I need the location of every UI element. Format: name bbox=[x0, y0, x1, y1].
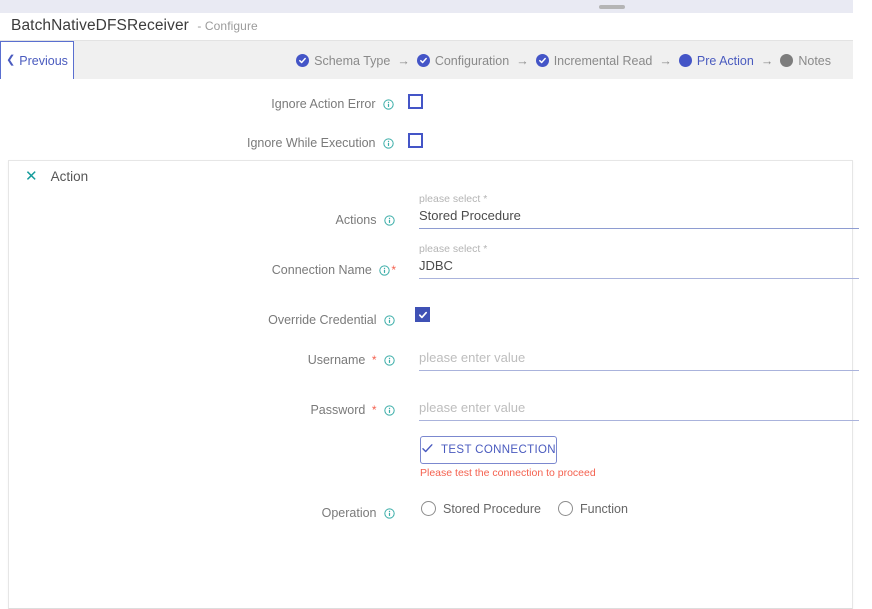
override-credential-checkbox[interactable] bbox=[415, 307, 430, 322]
actions-value: Stored Procedure bbox=[419, 208, 521, 223]
operation-radio-function[interactable]: Function bbox=[557, 501, 628, 516]
chevron-left-icon: ❮ bbox=[6, 54, 16, 66]
wizard-step-incremental-read[interactable]: Incremental Read bbox=[535, 53, 653, 68]
required-asterisk: * bbox=[371, 353, 377, 367]
window-top-strip bbox=[0, 0, 853, 13]
info-icon[interactable] bbox=[383, 138, 394, 152]
label-text: Ignore Action Error bbox=[271, 97, 376, 111]
required-asterisk: * bbox=[371, 403, 377, 417]
previous-button[interactable]: ❮ Previous bbox=[0, 41, 74, 80]
step-arrow-icon: → bbox=[516, 53, 529, 68]
label-text: Override Credential bbox=[268, 313, 377, 327]
info-icon[interactable] bbox=[379, 265, 391, 279]
connection-name-value: JDBC bbox=[419, 258, 453, 273]
step-complete-icon bbox=[535, 54, 549, 67]
action-card-header: ✕ Action bbox=[25, 169, 88, 184]
info-icon[interactable] bbox=[383, 99, 394, 113]
wizard-step-bar: ❮ Previous Schema Type → Configuration →… bbox=[0, 40, 853, 81]
username-underline bbox=[419, 370, 859, 371]
wizard-step-label: Incremental Read bbox=[553, 53, 653, 68]
close-x-icon[interactable]: ✕ bbox=[25, 169, 38, 184]
test-connection-warning: Please test the connection to proceed bbox=[420, 467, 596, 479]
wizard-step-pre-action[interactable]: Pre Action bbox=[678, 53, 754, 68]
check-icon bbox=[421, 442, 434, 458]
username-label: Username * bbox=[308, 353, 396, 367]
wizard-step-notes[interactable]: Notes bbox=[780, 54, 831, 68]
title-bar: BatchNativeDFSReceiver - Configure bbox=[0, 13, 853, 40]
ignore-while-execution-label: Ignore While Execution bbox=[247, 136, 395, 150]
label-text: Actions bbox=[335, 213, 377, 227]
operation-label-wrap: Operation bbox=[9, 504, 396, 522]
password-underline bbox=[419, 420, 859, 421]
info-icon[interactable] bbox=[384, 405, 395, 419]
username-placeholder: please enter value bbox=[419, 350, 526, 365]
info-icon[interactable] bbox=[384, 315, 395, 329]
radio-icon bbox=[557, 501, 573, 516]
info-icon[interactable] bbox=[384, 508, 395, 522]
label-text: Operation bbox=[321, 506, 377, 520]
password-field[interactable]: please enter value bbox=[419, 399, 859, 421]
password-label-wrap: Password * bbox=[9, 401, 396, 419]
wizard-step-label: Schema Type bbox=[314, 53, 391, 68]
connection-name-label: Connection Name * bbox=[272, 263, 396, 277]
connection-name-label-wrap: Connection Name * bbox=[9, 261, 396, 279]
ignore-action-error-label-wrap: Ignore Action Error bbox=[0, 95, 395, 113]
wizard-step-schema-type[interactable]: Schema Type bbox=[296, 54, 390, 68]
password-label: Password * bbox=[310, 403, 396, 417]
operation-radio-group: Stored Procedure Function bbox=[421, 501, 628, 516]
check-icon bbox=[418, 311, 427, 318]
step-active-icon bbox=[678, 54, 692, 67]
test-connection-button[interactable]: TEST CONNECTION bbox=[420, 436, 557, 464]
username-label-wrap: Username * bbox=[9, 351, 396, 369]
step-pending-icon bbox=[780, 54, 794, 67]
actions-field[interactable]: please select * Stored Procedure bbox=[419, 193, 859, 229]
actions-label-wrap: Actions bbox=[9, 211, 396, 229]
drag-handle[interactable] bbox=[599, 5, 625, 9]
form-canvas: Ignore Action Error Ignore While Executi… bbox=[0, 79, 859, 609]
step-arrow-icon: → bbox=[397, 53, 410, 68]
step-arrow-icon: → bbox=[760, 53, 774, 68]
override-credential-label: Override Credential bbox=[268, 313, 396, 327]
label-text: Connection Name bbox=[271, 263, 372, 277]
connection-name-field[interactable]: please select * JDBC bbox=[419, 243, 859, 279]
action-card: ✕ Action Actions please select * Stored … bbox=[8, 160, 859, 609]
operation-radio-stored-procedure[interactable]: Stored Procedure bbox=[421, 501, 541, 516]
test-connection-label: TEST CONNECTION bbox=[441, 444, 556, 456]
connection-name-float-label: please select * bbox=[419, 243, 488, 255]
wizard-step-label: Notes bbox=[798, 53, 831, 68]
step-complete-icon bbox=[296, 54, 310, 67]
action-card-title: Action bbox=[50, 169, 89, 184]
password-placeholder: please enter value bbox=[419, 400, 526, 415]
ignore-action-error-checkbox[interactable] bbox=[408, 94, 423, 109]
info-icon[interactable] bbox=[384, 215, 395, 229]
page-title: BatchNativeDFSReceiver - Configure bbox=[11, 17, 258, 35]
username-field[interactable]: please enter value bbox=[419, 349, 859, 371]
page-title-subtitle: - Configure bbox=[197, 19, 258, 33]
override-credential-label-wrap: Override Credential bbox=[9, 311, 396, 329]
ignore-while-execution-label-wrap: Ignore While Execution bbox=[0, 134, 395, 152]
info-icon[interactable] bbox=[384, 355, 395, 369]
wizard-steps: Schema Type → Configuration → Incrementa… bbox=[296, 41, 831, 80]
radio-icon bbox=[421, 501, 436, 516]
connection-name-underline bbox=[419, 278, 859, 279]
wizard-step-label: Configuration bbox=[434, 53, 510, 68]
ignore-action-error-label: Ignore Action Error bbox=[271, 97, 395, 111]
wizard-step-configuration[interactable]: Configuration bbox=[416, 53, 510, 68]
label-text: Username bbox=[307, 353, 366, 367]
wizard-step-label: Pre Action bbox=[696, 53, 754, 68]
required-asterisk: * bbox=[391, 263, 396, 277]
operation-radio-label: Function bbox=[579, 501, 628, 516]
operation-radio-label: Stored Procedure bbox=[443, 501, 541, 516]
actions-float-label: please select * bbox=[419, 193, 488, 205]
step-arrow-icon: → bbox=[659, 53, 672, 68]
actions-label: Actions bbox=[336, 213, 396, 227]
page-title-text: BatchNativeDFSReceiver bbox=[11, 17, 189, 34]
ignore-while-execution-checkbox[interactable] bbox=[408, 133, 423, 148]
previous-button-label: Previous bbox=[19, 53, 68, 68]
step-complete-icon bbox=[416, 54, 430, 67]
actions-underline bbox=[419, 228, 859, 229]
label-text: Password bbox=[310, 403, 366, 417]
label-text: Ignore While Execution bbox=[246, 136, 376, 150]
operation-label: Operation bbox=[322, 506, 396, 520]
